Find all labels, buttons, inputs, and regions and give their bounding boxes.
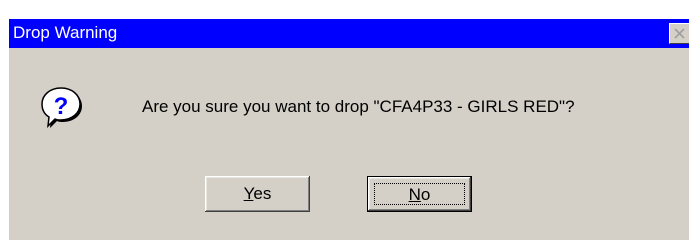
yes-accelerator: Y <box>243 184 254 203</box>
svg-text:?: ? <box>54 93 69 120</box>
window-title: Drop Warning <box>13 23 118 42</box>
question-icon: ? <box>41 87 82 129</box>
no-label-rest: o <box>420 185 431 204</box>
close-icon <box>674 28 685 39</box>
yes-label-rest: es <box>253 184 272 203</box>
close-button[interactable] <box>669 23 689 44</box>
no-accelerator: N <box>408 185 421 204</box>
title-bar[interactable]: Drop Warning <box>9 19 689 48</box>
no-button-label: No <box>368 185 471 205</box>
no-button[interactable]: No <box>367 176 472 212</box>
yes-button[interactable]: Yes <box>205 176 310 212</box>
warning-message: Are you sure you want to drop "CFA4P33 -… <box>142 97 575 116</box>
yes-button-label: Yes <box>205 184 310 204</box>
drop-warning-dialog: Drop Warning ? Are you sure you want to … <box>8 18 689 240</box>
